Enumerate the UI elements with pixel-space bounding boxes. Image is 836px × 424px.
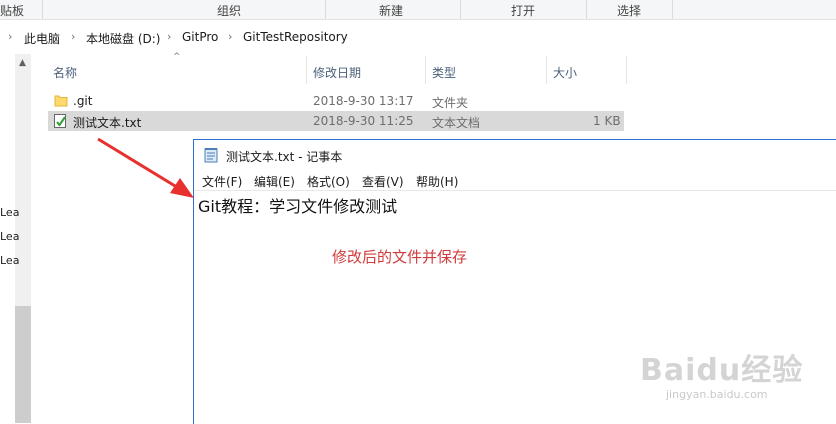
- annotation-text: 修改后的文件并保存: [332, 248, 468, 266]
- watermark-logo: Baidu经验: [640, 353, 804, 388]
- watermark-url: jingyan.baidu.com: [666, 388, 768, 401]
